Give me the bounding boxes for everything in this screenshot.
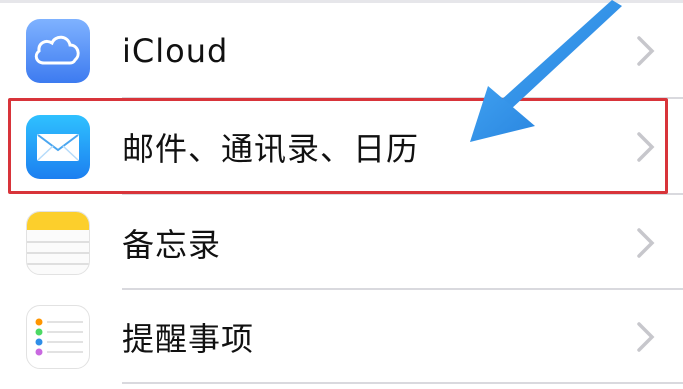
settings-row-reminders[interactable]: 提醒事项 xyxy=(0,290,683,384)
chevron-right-icon xyxy=(637,322,655,352)
settings-row-label: 备忘录 xyxy=(122,226,222,264)
top-divider xyxy=(0,0,683,3)
settings-list: iCloud 邮件、通讯录、日历 备忘录 提醒事项 xyxy=(0,0,683,389)
settings-row-notes[interactable]: 备忘录 xyxy=(0,196,683,290)
settings-row-label: iCloud xyxy=(122,32,229,70)
settings-row-icloud[interactable]: iCloud xyxy=(0,4,683,98)
settings-row-label: 提醒事项 xyxy=(122,320,255,358)
reminders-icon xyxy=(26,305,90,369)
chevron-right-icon xyxy=(637,228,655,258)
icloud-icon xyxy=(26,19,90,83)
highlight-box xyxy=(8,98,668,194)
chevron-right-icon xyxy=(637,36,655,66)
row-divider xyxy=(122,382,683,384)
notes-icon xyxy=(26,211,90,275)
